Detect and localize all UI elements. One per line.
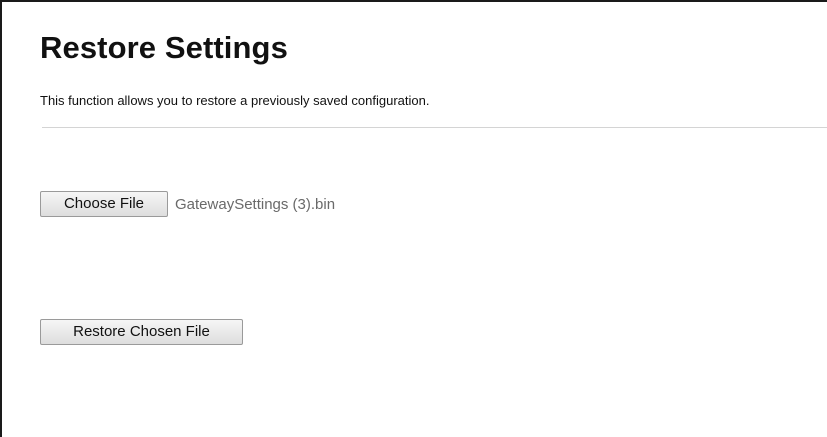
section-divider (42, 127, 827, 128)
restore-settings-panel: Restore Settings This function allows yo… (40, 28, 827, 345)
choose-file-button[interactable]: Choose File (40, 191, 168, 217)
selected-file-name: GatewaySettings (3).bin (175, 195, 336, 213)
page-title: Restore Settings (40, 30, 288, 65)
restore-chosen-file-button[interactable]: Restore Chosen File (40, 319, 243, 345)
page-description: This function allows you to restore a pr… (40, 93, 430, 108)
file-input-row: Choose File GatewaySettings (3).bin (40, 191, 335, 217)
